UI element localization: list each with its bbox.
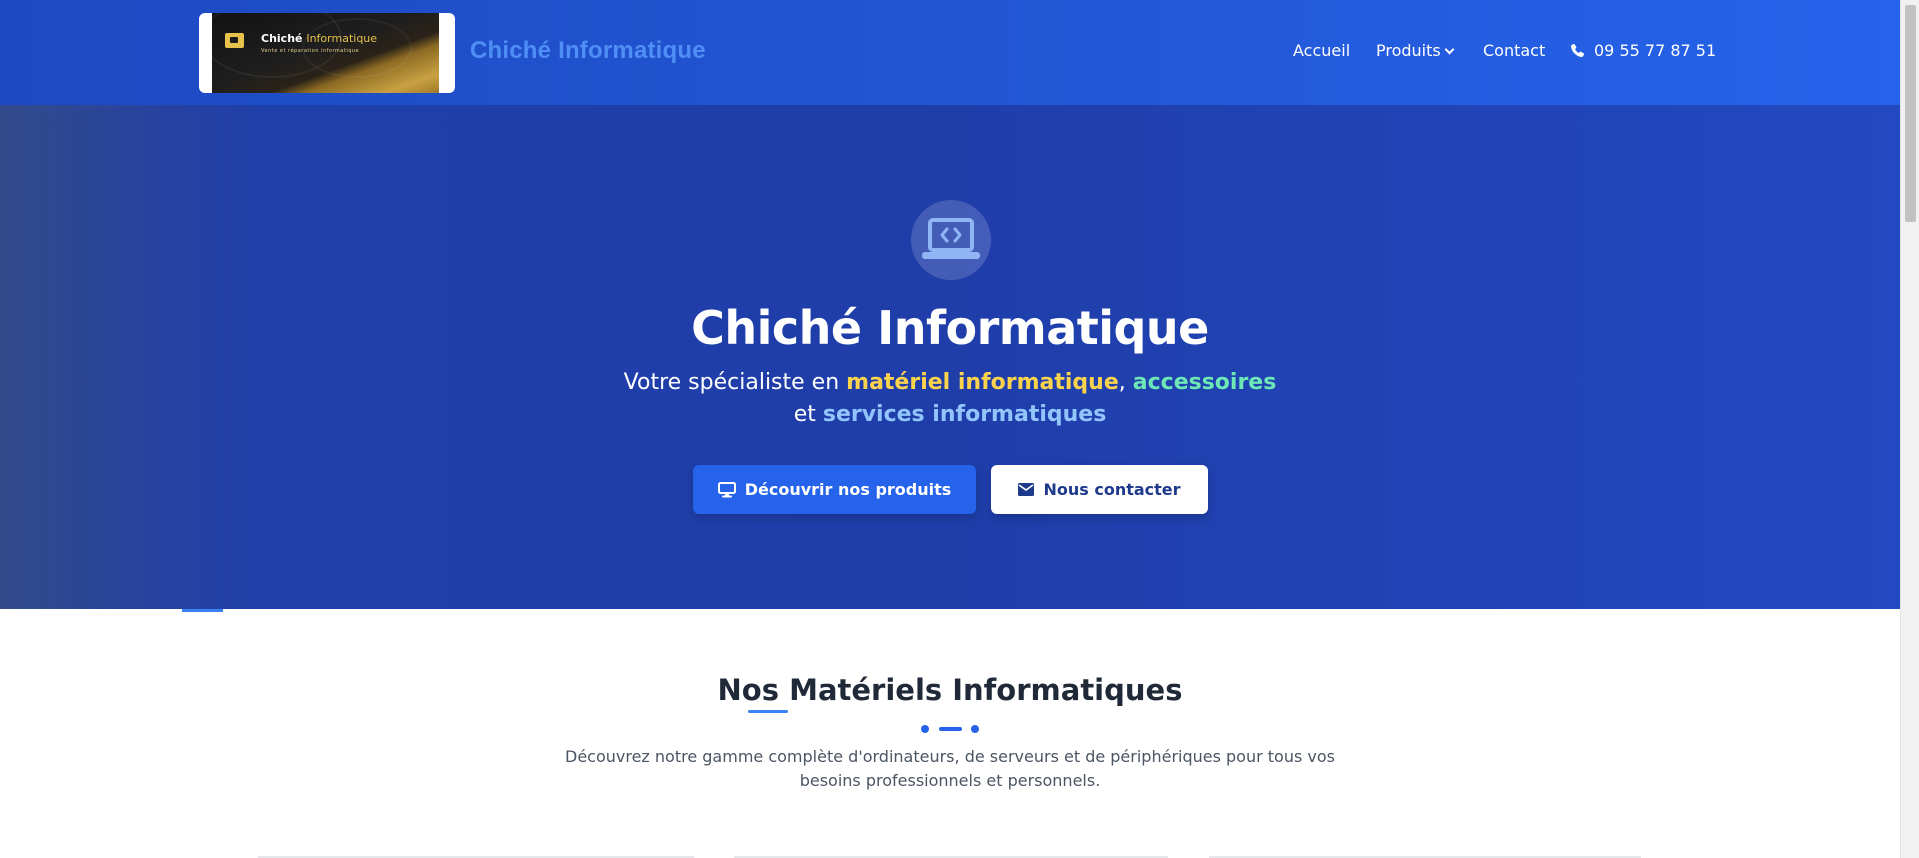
hero-icon-badge	[911, 200, 991, 280]
hero-accent-line	[182, 609, 223, 612]
section-description: Découvrez notre gamme complète d'ordinat…	[565, 747, 1335, 790]
hero-subtitle-prefix: Votre spécialiste en	[623, 370, 847, 395]
envelope-icon	[1018, 483, 1035, 496]
hero-section: Chiché Informatique Votre spécialiste en…	[0, 105, 1900, 612]
scrollbar-thumb[interactable]	[1905, 5, 1916, 222]
nav-produits-label: Produits	[1376, 41, 1441, 60]
nav-accueil-label: Accueil	[1293, 41, 1351, 60]
hero-highlight-materiel: matériel informatique	[846, 370, 1119, 395]
hero-title: Chiché Informatique	[691, 301, 1209, 355]
discover-products-label: Découvrir nos produits	[744, 480, 952, 499]
nav-contact-label: Contact	[1483, 41, 1546, 60]
nav-produits-dropdown[interactable]: Produits	[1376, 41, 1455, 60]
divider-dot	[971, 725, 979, 733]
nav-contact[interactable]: Contact	[1483, 41, 1545, 60]
chevron-down-icon	[1444, 44, 1455, 55]
section-title: Nos Matériels Informatiques	[717, 673, 1183, 707]
divider-dot	[921, 725, 929, 733]
site-header: Chiché Informatique Vente et réparation …	[0, 0, 1900, 105]
hero-subtitle: Votre spécialiste en matériel informatiq…	[600, 367, 1300, 431]
laptop-code-icon	[922, 218, 980, 259]
scrollbar[interactable]	[1900, 0, 1919, 858]
divider-dash	[939, 727, 962, 731]
phone-icon	[1571, 43, 1585, 57]
nav-phone[interactable]: 09 55 77 87 51	[1570, 41, 1716, 60]
desktop-icon	[717, 481, 736, 497]
nav-accueil[interactable]: Accueil	[1293, 41, 1350, 60]
nav-phone-number: 09 55 77 87 51	[1594, 41, 1717, 60]
section-divider	[921, 725, 979, 733]
section-title-underline	[748, 710, 788, 713]
hero-subtitle-sep: ,	[1118, 370, 1133, 395]
contact-us-button[interactable]: Nous contacter	[991, 465, 1208, 514]
contact-us-label: Nous contacter	[1043, 480, 1181, 499]
main-nav: Accueil Produits Contact 09 55 77 87 51	[0, 41, 1900, 65]
hero-highlight-services: services informatiques	[822, 402, 1107, 427]
hero-highlight-accessoires: accessoires	[1132, 370, 1277, 395]
hero-subtitle-middle: et	[793, 402, 823, 427]
discover-products-button[interactable]: Découvrir nos produits	[693, 465, 976, 514]
